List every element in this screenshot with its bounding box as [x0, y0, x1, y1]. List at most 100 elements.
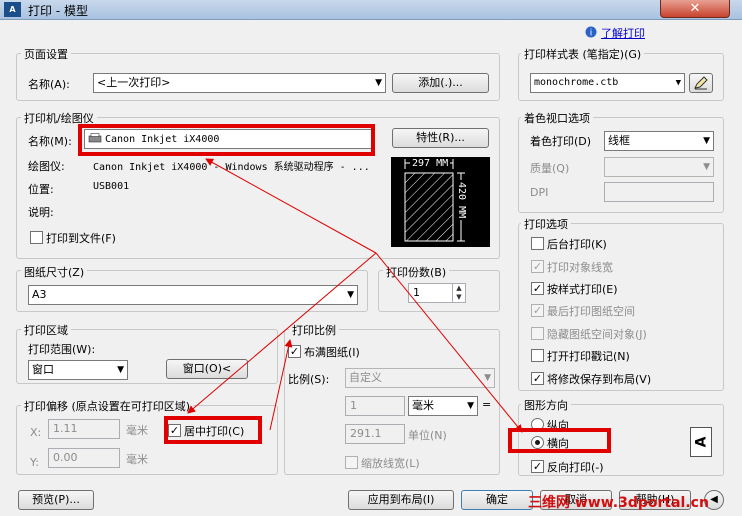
plot-with-styles-label: 按样式打印(E): [547, 283, 618, 296]
background-plot-label: 后台打印(K): [547, 238, 607, 251]
copies-spinner[interactable]: ▲ ▼: [452, 284, 465, 302]
fit-to-paper-checkbox[interactable]: ✓: [288, 345, 301, 358]
add-button[interactable]: 添加(.)...: [392, 73, 489, 93]
page-setup-name-label: 名称(A):: [28, 78, 70, 91]
scale-combo[interactable]: 自定义 ▼: [345, 368, 495, 388]
orientation-label: 图形方向: [521, 397, 571, 413]
scale-value2-input[interactable]: 291.1: [345, 424, 405, 444]
shade-plot-label: 着色打印(D): [530, 135, 592, 148]
scale-unit-value: 毫米: [412, 399, 434, 412]
dropdown-arrow-icon: ▼: [375, 78, 382, 88]
reverse-plot-label: 反向打印(-): [547, 461, 604, 474]
plot-scale-label: 打印比例: [289, 322, 339, 338]
page-setup-label: 页面设置: [21, 46, 71, 62]
shade-plot-value: 线框: [608, 134, 630, 147]
printer-name-label: 名称(M):: [28, 135, 72, 148]
dpi-input[interactable]: [604, 182, 714, 202]
dropdown-arrow-icon: ▼: [347, 290, 354, 300]
offset-y-unit: 毫米: [126, 453, 148, 466]
copies-value: 1: [413, 286, 420, 299]
dropdown-arrow-icon: ▼: [703, 136, 710, 146]
scale-unit-combo[interactable]: 毫米 ▼: [408, 396, 478, 416]
print-to-file-checkbox[interactable]: [30, 231, 43, 244]
dropdown-arrow-icon: ▼: [675, 78, 681, 88]
scale-label: 比例(S):: [288, 373, 330, 386]
preview-button[interactable]: 预览(P)...: [18, 490, 94, 510]
window-select-button[interactable]: 窗口(O)<: [166, 359, 248, 379]
plot-stamp-label: 打开打印戳记(N): [547, 350, 630, 363]
reverse-plot-checkbox[interactable]: ✓: [531, 460, 544, 473]
quality-combo[interactable]: ▼: [604, 157, 714, 177]
svg-text:i: i: [590, 29, 593, 39]
ok-button[interactable]: 确定: [461, 490, 533, 510]
shaded-viewport-label: 着色视口选项: [521, 110, 593, 126]
background-plot-checkbox[interactable]: [531, 237, 544, 250]
plot-offset-label: 打印偏移 (原点设置在可打印区域): [21, 398, 194, 414]
description-label: 说明:: [28, 206, 54, 219]
paperspace-last-label: 最后打印图纸空间: [547, 305, 635, 318]
plotter-value: Canon Inkjet iX4000 - Windows 系统驱动程序 - .…: [93, 162, 370, 173]
offset-y-input[interactable]: 0.00: [48, 448, 120, 468]
plot-stamp-checkbox[interactable]: [531, 349, 544, 362]
watermark: 三维网 www.3dportal.cn: [528, 495, 709, 511]
plot-lineweights-checkbox[interactable]: ✓: [531, 260, 544, 273]
save-to-layout-checkbox[interactable]: ✓: [531, 372, 544, 385]
offset-x-input[interactable]: 1.11: [48, 419, 120, 439]
plot-options-label: 打印选项: [521, 216, 571, 232]
offset-x-unit: 毫米: [126, 424, 148, 437]
title-bar: A 打印 - 模型: [0, 0, 742, 20]
plot-area-label: 打印区域: [21, 322, 71, 338]
plotter-label: 绘图仪:: [28, 160, 65, 173]
shade-plot-combo[interactable]: 线框 ▼: [604, 131, 714, 151]
plot-lineweights-label: 打印对象线宽: [547, 261, 613, 274]
scale-value1: 1: [350, 399, 357, 412]
location-value: USB001: [93, 181, 130, 192]
dropdown-arrow-icon: ▼: [484, 373, 491, 383]
annotation-box-printer: [78, 124, 375, 156]
info-icon[interactable]: i: [585, 26, 597, 39]
save-to-layout-label: 将修改保存到布局(V): [547, 373, 652, 386]
apply-to-layout-button[interactable]: 应用到布局(I): [348, 490, 454, 510]
annotation-box-landscape: [508, 428, 611, 453]
hide-paperspace-checkbox[interactable]: [531, 327, 544, 340]
scale-value1-input[interactable]: 1: [345, 396, 405, 416]
edit-style-button[interactable]: [689, 73, 713, 93]
preview-width-label: 297 MM: [410, 158, 451, 169]
window-title: 打印 - 模型: [28, 4, 88, 18]
properties-button[interactable]: 特性(R)...: [392, 128, 489, 148]
plot-range-value: 窗口: [32, 363, 54, 376]
scale-value2: 291.1: [350, 427, 382, 440]
page-setup-value: <上一次打印>: [97, 76, 171, 89]
dropdown-arrow-icon: ▼: [703, 162, 710, 172]
fit-to-paper-label: 布满图纸(I): [304, 346, 360, 359]
plot-range-combo[interactable]: 窗口 ▼: [28, 360, 128, 380]
offset-x-value: 1.11: [53, 422, 78, 435]
dropdown-arrow-icon: ▼: [117, 365, 124, 375]
style-table-combo[interactable]: monochrome.ctb ▼: [530, 73, 685, 93]
orientation-preview-icon: A: [690, 427, 712, 457]
location-label: 位置:: [28, 183, 54, 196]
paper-preview: 297 MM 420 MM: [391, 157, 490, 247]
copies-label: 打印份数(B): [383, 264, 450, 280]
plot-with-styles-checkbox[interactable]: ✓: [531, 282, 544, 295]
close-button[interactable]: ✕: [660, 0, 730, 18]
style-table-label: 打印样式表 (笔指定)(G): [521, 46, 645, 62]
pen-icon: [694, 76, 708, 90]
dropdown-arrow-icon: ▼: [467, 401, 474, 411]
page-setup-combo[interactable]: <上一次打印> ▼: [93, 73, 386, 93]
paper-size-value: A3: [32, 288, 47, 301]
scale-lineweight-checkbox[interactable]: [345, 456, 358, 469]
offset-x-label: X:: [30, 426, 42, 439]
paperspace-last-checkbox[interactable]: ✓: [531, 304, 544, 317]
scale-value: 自定义: [349, 371, 382, 384]
plot-icon: A: [4, 2, 21, 17]
preview-height-label: 420 MM: [456, 180, 467, 221]
annotation-box-center: [164, 416, 262, 444]
hide-paperspace-label: 隐藏图纸空间对象(J): [547, 328, 647, 341]
style-table-value: monochrome.ctb: [534, 77, 619, 88]
help-link[interactable]: 了解打印: [601, 25, 645, 41]
quality-label: 质量(Q): [530, 162, 570, 175]
offset-y-value: 0.00: [53, 451, 78, 464]
orientation-letter: A: [693, 436, 709, 448]
paper-size-combo[interactable]: A3 ▼: [28, 285, 358, 305]
